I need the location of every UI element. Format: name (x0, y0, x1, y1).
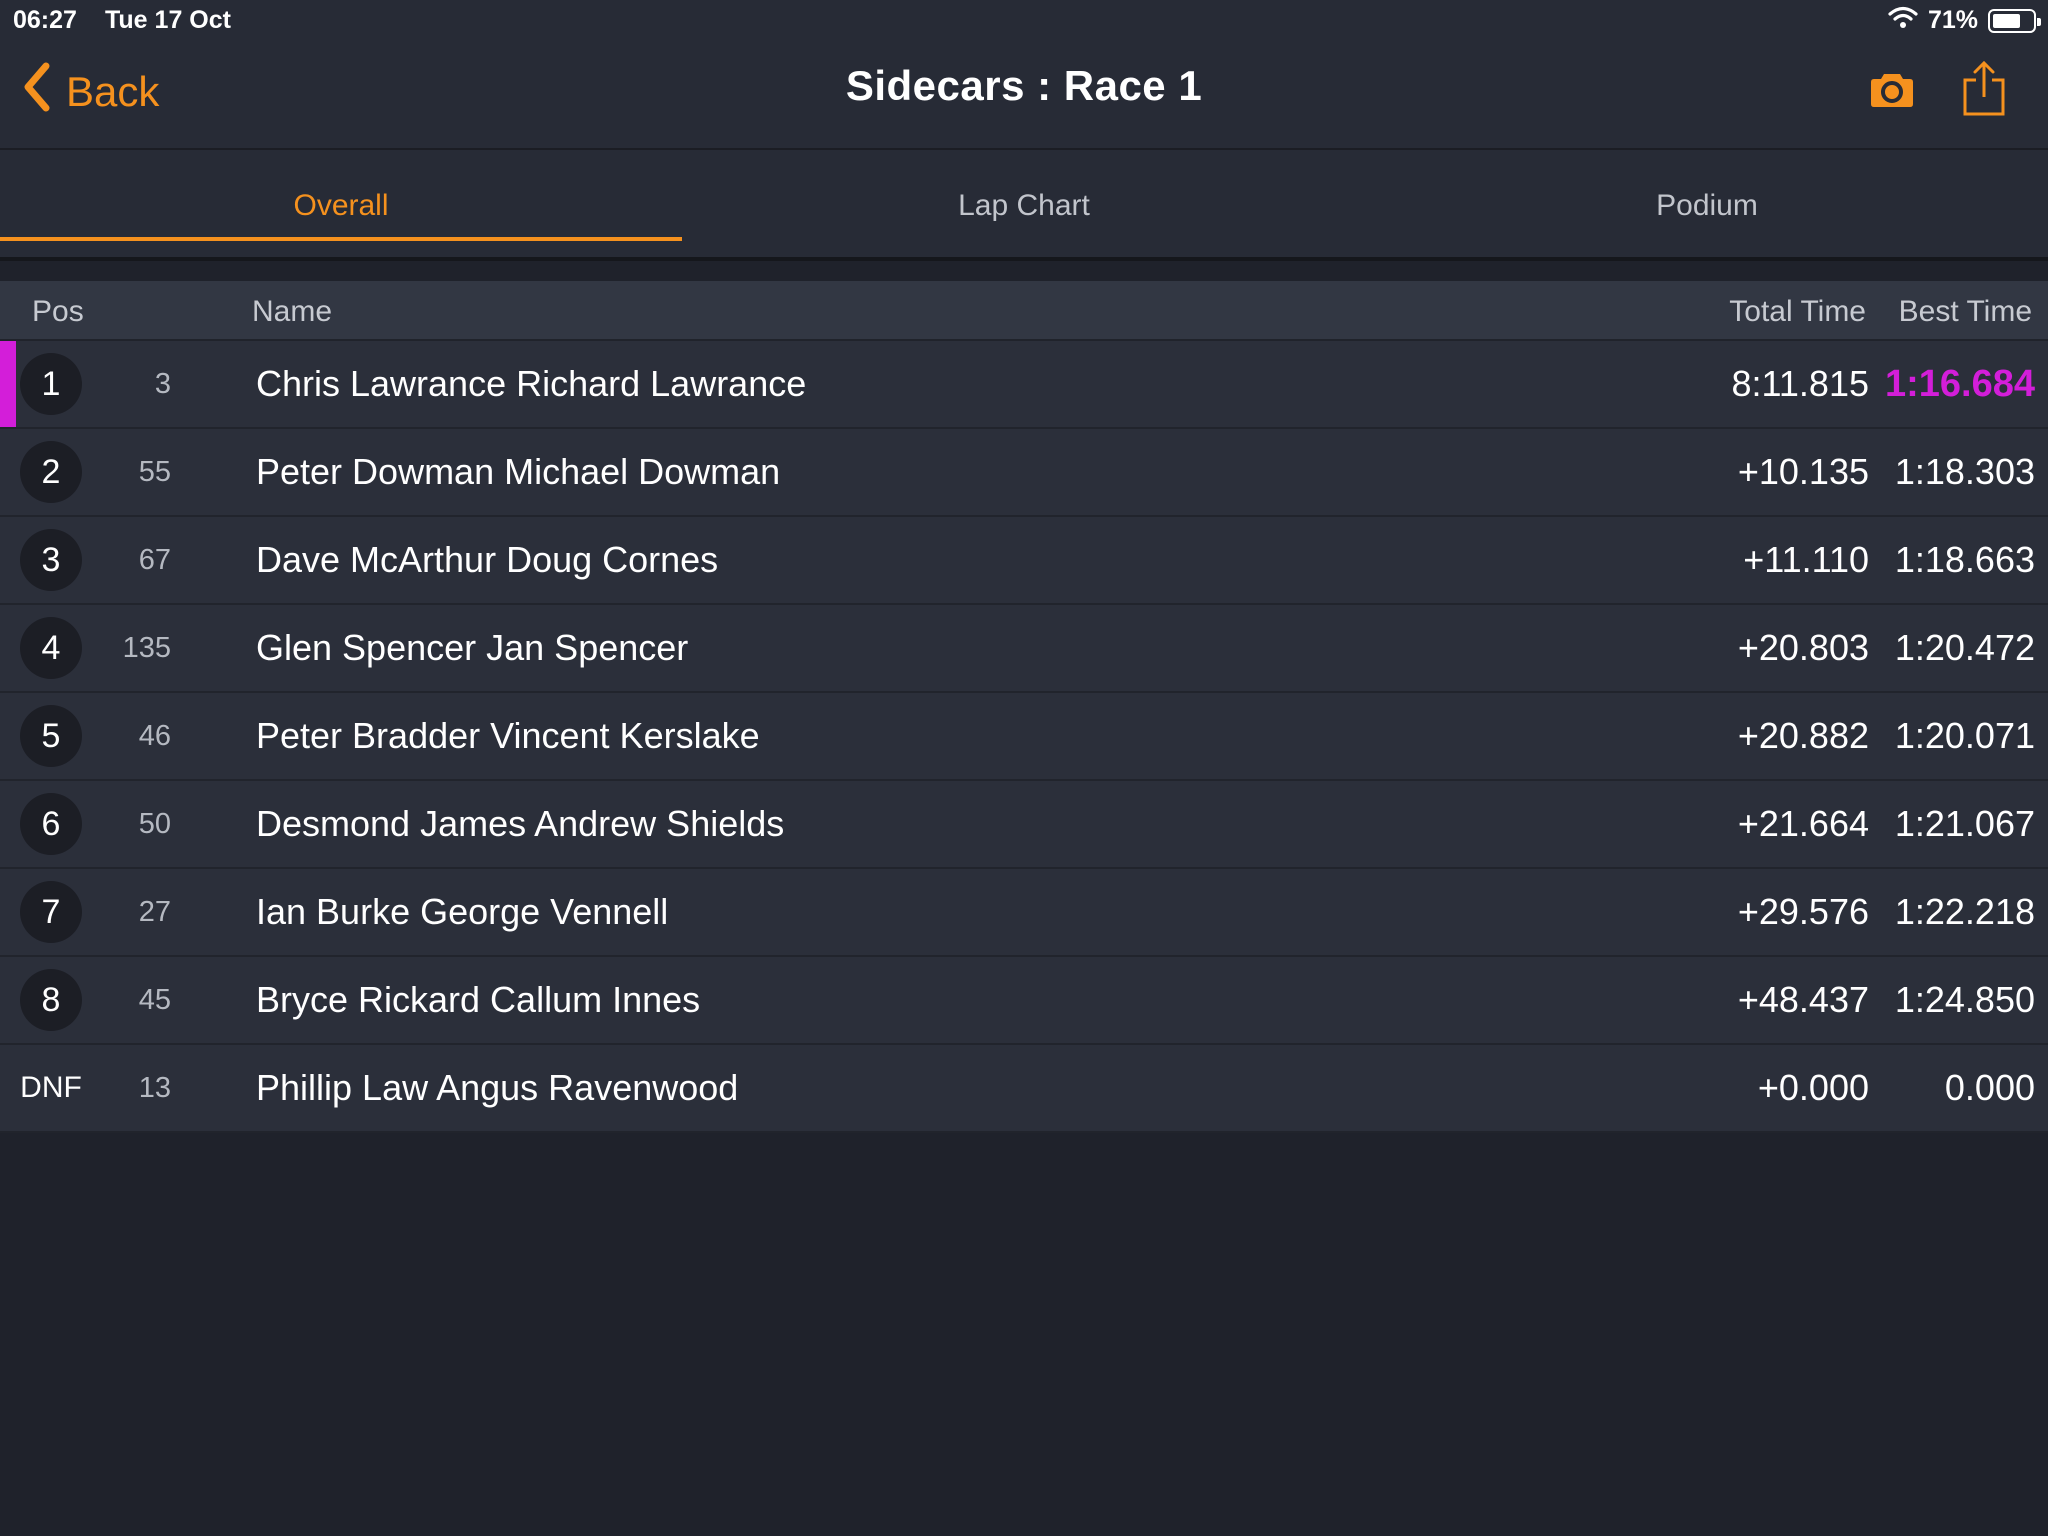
status-date: Tue 17 Oct (105, 6, 231, 34)
car-number: 67 (138, 543, 171, 576)
rider-names: Peter Bradder Vincent Kerslake (256, 715, 760, 756)
best-time: 1:20.071 (1894, 715, 2035, 756)
position-badge: 4 (20, 617, 82, 679)
header-best-time: Best Time (1898, 295, 2032, 328)
car-number: 45 (138, 983, 171, 1016)
car-number: 3 (154, 367, 171, 400)
header-total-time: Total Time (1729, 295, 1866, 328)
total-time: +29.576 (1737, 891, 1869, 932)
rider-names: Desmond James Andrew Shields (256, 803, 785, 844)
car-number: 27 (138, 895, 171, 928)
total-time: +0.000 (1757, 1067, 1869, 1108)
share-button[interactable] (1962, 60, 2006, 121)
rider-names: Ian Burke George Vennell (256, 891, 669, 932)
rider-names: Chris Lawrance Richard Lawrance (256, 363, 807, 404)
camera-button[interactable] (1870, 70, 1914, 113)
position-status: DNF (20, 1071, 82, 1104)
car-number: 135 (122, 631, 171, 664)
best-time: 1:24.850 (1894, 979, 2035, 1020)
total-time: +20.803 (1737, 627, 1869, 668)
position-badge: 8 (20, 969, 82, 1031)
results-table: Pos Name Total Time Best Time 1 3 Chris … (0, 281, 2048, 1133)
camera-icon (1870, 74, 1914, 112)
total-time: +10.135 (1737, 451, 1869, 492)
total-time: +48.437 (1737, 979, 1869, 1020)
share-icon (1962, 60, 2006, 120)
app-root: 06:27 Tue 17 Oct 71% Back Sidecars: Rac… (0, 0, 2048, 1536)
table-row[interactable]: 1 3 Chris Lawrance Richard Lawrance 8:11… (0, 341, 2048, 429)
tab-lap-chart[interactable]: Lap Chart (683, 150, 1365, 261)
best-time: 1:20.472 (1894, 627, 2035, 668)
table-row[interactable]: 4 135 Glen Spencer Jan Spencer +20.803 1… (0, 605, 2048, 693)
car-number: 55 (138, 455, 171, 488)
tab-podium[interactable]: Podium (1366, 150, 2048, 261)
best-time: 1:18.303 (1894, 451, 2035, 492)
rider-names: Dave McArthur Doug Cornes (256, 539, 719, 580)
rider-names: Glen Spencer Jan Spencer (256, 627, 689, 668)
position-badge: 6 (20, 793, 82, 855)
page-title: Sidecars : Race 1 (845, 62, 1203, 109)
header-pos: Pos (32, 295, 84, 328)
rider-names: Phillip Law Angus Ravenwood (256, 1067, 739, 1108)
tab-overall[interactable]: Overall (0, 150, 682, 261)
navigation-bar: Back Sidecars : Race 1 (0, 40, 2048, 150)
table-row[interactable]: 5 46 Peter Bradder Vincent Kerslake +20.… (0, 693, 2048, 781)
total-time: +20.882 (1737, 715, 1869, 756)
battery-fill (1993, 13, 2020, 28)
segment-tabs: Overall Lap Chart Podium (0, 150, 2048, 261)
position-badge: 3 (20, 529, 82, 591)
table-row[interactable]: 2 55 Peter Dowman Michael Dowman +10.135… (0, 429, 2048, 517)
table-row[interactable]: 6 50 Desmond James Andrew Shields +21.66… (0, 781, 2048, 869)
battery-icon (1988, 8, 2041, 33)
table-row[interactable]: 8 45 Bryce Rickard Callum Innes +48.437 … (0, 957, 2048, 1045)
status-time: 06:27 (13, 6, 77, 34)
table-row[interactable]: DNF 13 Phillip Law Angus Ravenwood +0.00… (0, 1045, 2048, 1133)
total-time: +21.664 (1737, 803, 1869, 844)
position-badge: 7 (20, 881, 82, 943)
active-tab-indicator (0, 237, 682, 241)
rider-names: Bryce Rickard Callum Innes (256, 979, 701, 1020)
position-badge: 5 (20, 705, 82, 767)
table-row[interactable]: 3 67 Dave McArthur Doug Cornes +11.110 1… (0, 517, 2048, 605)
battery-percent: 71% (1927, 6, 1978, 34)
battery-nub (2037, 17, 2041, 26)
table-row[interactable]: 7 27 Ian Burke George Vennell +29.576 1:… (0, 869, 2048, 957)
total-time: +11.110 (1743, 539, 1869, 580)
rider-names: Peter Dowman Michael Dowman (256, 451, 781, 492)
status-right-group: 71% (1888, 5, 2041, 36)
best-time: 0.000 (1944, 1067, 2035, 1108)
status-bar: 06:27 Tue 17 Oct 71% (0, 0, 2048, 40)
car-number: 50 (138, 807, 171, 840)
table-header: Pos Name Total Time Best Time (0, 281, 2048, 341)
header-name: Name (252, 295, 333, 328)
best-time: 1:22.218 (1894, 891, 2035, 932)
total-time: 8:11.815 (1731, 363, 1869, 404)
position-badge: 1 (20, 353, 82, 415)
best-time: 1:16.684 (1884, 362, 2035, 405)
best-time: 1:21.067 (1894, 803, 2035, 844)
fastest-lap-marker (0, 341, 16, 427)
car-number: 13 (138, 1071, 171, 1104)
car-number: 46 (138, 719, 171, 752)
best-time: 1:18.663 (1894, 539, 2035, 580)
position-badge: 2 (20, 441, 82, 503)
wifi-icon (1888, 5, 1918, 36)
